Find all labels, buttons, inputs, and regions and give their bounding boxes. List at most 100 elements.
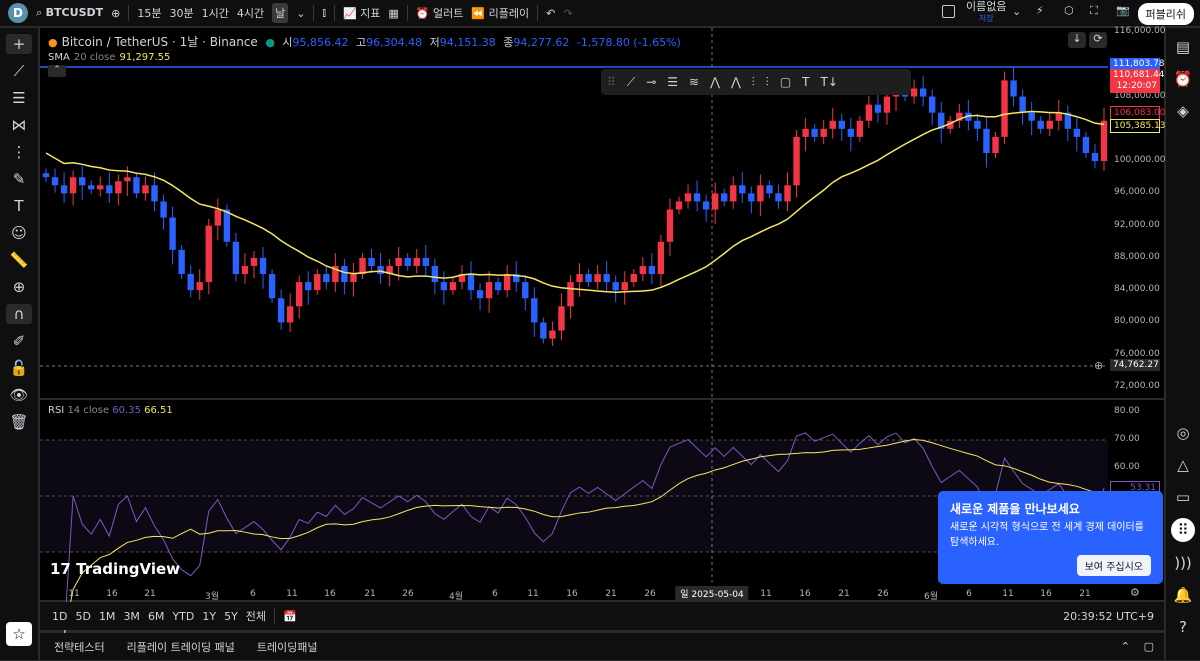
- show-me-button[interactable]: 보여 주십시오: [1076, 555, 1151, 576]
- candle-body: [196, 282, 203, 291]
- curve-tool-icon[interactable]: ≋: [689, 75, 699, 89]
- time-tick: 21: [144, 589, 156, 599]
- candle-body: [1055, 112, 1062, 121]
- range-5y[interactable]: 5Y: [224, 610, 238, 623]
- anchored-text-icon[interactable]: T↓: [821, 75, 838, 89]
- time-tick: 26: [402, 589, 414, 599]
- time-tick: 21: [1079, 589, 1091, 599]
- low-label: 저: [429, 36, 440, 49]
- time-tick: 6월: [923, 592, 939, 602]
- time-tick: 11: [286, 589, 298, 599]
- candle-body: [314, 274, 321, 291]
- abcd-tool-icon[interactable]: ⋀: [731, 75, 741, 89]
- scroll-down-icon[interactable]: ↓: [1068, 32, 1086, 48]
- candle-body: [223, 209, 231, 242]
- candle-body: [594, 274, 601, 283]
- time-tick: 21: [605, 589, 617, 599]
- elliott-tool-icon[interactable]: ⋀: [710, 75, 720, 89]
- high-value: 96,304.48: [366, 36, 423, 49]
- reset-icon[interactable]: ⟳: [1089, 32, 1107, 48]
- candle-body: [974, 120, 981, 129]
- range-1y[interactable]: 1Y: [202, 610, 216, 623]
- candle-body: [341, 265, 348, 283]
- range-5d[interactable]: 5D: [75, 610, 90, 623]
- range-all[interactable]: 전체: [246, 608, 266, 624]
- range-6m[interactable]: 6M: [148, 610, 165, 623]
- candle-body: [404, 257, 411, 266]
- channel-tool-icon[interactable]: ☰: [667, 75, 678, 89]
- price-tick: 100,000.00: [1114, 155, 1166, 166]
- candle-body: [856, 120, 864, 137]
- candle-body: [60, 185, 68, 194]
- price-tick: 96,000.00: [1114, 187, 1160, 198]
- ray-tool-icon[interactable]: ⊸: [646, 75, 656, 89]
- time-tick: 16: [566, 589, 578, 599]
- candle-body: [775, 193, 782, 202]
- candle-body: [874, 104, 882, 113]
- candle-body: [1019, 96, 1026, 113]
- clock[interactable]: 20:39:52 UTC+9: [1063, 610, 1154, 623]
- collapse-legend-icon[interactable]: ⌃: [48, 65, 66, 77]
- price-tick: 88,000.00: [1114, 251, 1160, 262]
- range-ytd[interactable]: YTD: [172, 610, 194, 623]
- text-tool-icon[interactable]: T: [802, 75, 809, 89]
- chevron-up-icon[interactable]: ⌃: [1121, 640, 1130, 653]
- candle-body: [684, 193, 692, 202]
- main-legend: ● Bitcoin / TetherUS · 1날 · Binance ● 시95…: [48, 33, 685, 77]
- goto-date-icon[interactable]: 📅: [283, 610, 297, 623]
- rectangle-tool-icon[interactable]: ▢: [780, 75, 791, 89]
- tab-strategy-tester[interactable]: 전략테스터: [54, 639, 105, 655]
- low-value: 94,151.38: [439, 36, 496, 49]
- add-alert-icon[interactable]: ⊕: [1094, 359, 1103, 372]
- range-1d[interactable]: 1D: [52, 610, 67, 623]
- candle-body: [919, 88, 927, 97]
- time-tick: 16: [106, 589, 118, 599]
- candle-body: [124, 177, 131, 182]
- drag-handle-icon[interactable]: ⠿: [607, 75, 616, 89]
- candle-body: [558, 306, 565, 331]
- candle-body: [730, 185, 737, 202]
- candle-body: [639, 265, 647, 275]
- candle-body: [467, 274, 475, 291]
- rsi-tick: 60.00: [1114, 462, 1140, 472]
- candle-body: [531, 298, 538, 323]
- candle-body: [494, 282, 502, 291]
- candle-body: [323, 274, 330, 283]
- range-tool-icon[interactable]: ⫶: [752, 75, 755, 90]
- last-price-label: 110,681.44 12:20:07: [1110, 69, 1165, 93]
- candle-body: [829, 120, 836, 129]
- tab-replay-trading[interactable]: 리플레이 트레이딩 패널: [127, 639, 235, 655]
- range-3m[interactable]: 3M: [123, 610, 140, 623]
- crosshair-price-label: 74,762.27: [1110, 359, 1160, 371]
- line-tool-icon[interactable]: ⟋: [627, 75, 635, 90]
- candle-body: [187, 274, 194, 291]
- candle-body: [838, 120, 845, 129]
- axis-settings-icon[interactable]: ⚙: [1130, 586, 1140, 599]
- close-value: 94,277.62: [513, 36, 570, 49]
- open-label: 시: [282, 36, 293, 49]
- candle-body: [305, 282, 312, 291]
- candle-body: [178, 249, 185, 275]
- candle-body: [522, 282, 529, 299]
- range-1m[interactable]: 1M: [99, 610, 116, 623]
- candle-body: [422, 257, 429, 266]
- bar-countdown: 12:20:07: [1116, 81, 1157, 91]
- maximize-icon[interactable]: ▢: [1144, 640, 1154, 653]
- sma-line: [45, 110, 1105, 293]
- new-product-popup: 새로운 제품을 만나보세요 새로운 시각적 형식으로 전 세계 경제 데이터를 …: [938, 491, 1163, 584]
- candle-body: [711, 193, 719, 210]
- time-tick: 6: [492, 589, 498, 599]
- candle-body: [431, 265, 439, 283]
- popup-body: 새로운 시각적 형식으로 전 세계 경제 데이터를 탐색하세요.: [950, 522, 1144, 548]
- price-tick: 116,000.00: [1114, 26, 1166, 36]
- bottom-panel-tabs: 전략테스터 리플레이 트레이딩 패널 트레이딩패널 ⌃ ▢: [40, 633, 1164, 660]
- date-range-icon[interactable]: ⫶: [766, 75, 769, 90]
- candle-body: [865, 104, 873, 121]
- candle-body: [350, 274, 357, 283]
- candle-body: [675, 201, 683, 210]
- candle-body: [485, 282, 493, 299]
- sma-params: 20 close: [73, 52, 116, 63]
- rsi-ma-value: 66.51: [144, 405, 173, 416]
- tab-trading-panel[interactable]: 트레이딩패널: [257, 639, 318, 655]
- candle-body: [784, 185, 791, 202]
